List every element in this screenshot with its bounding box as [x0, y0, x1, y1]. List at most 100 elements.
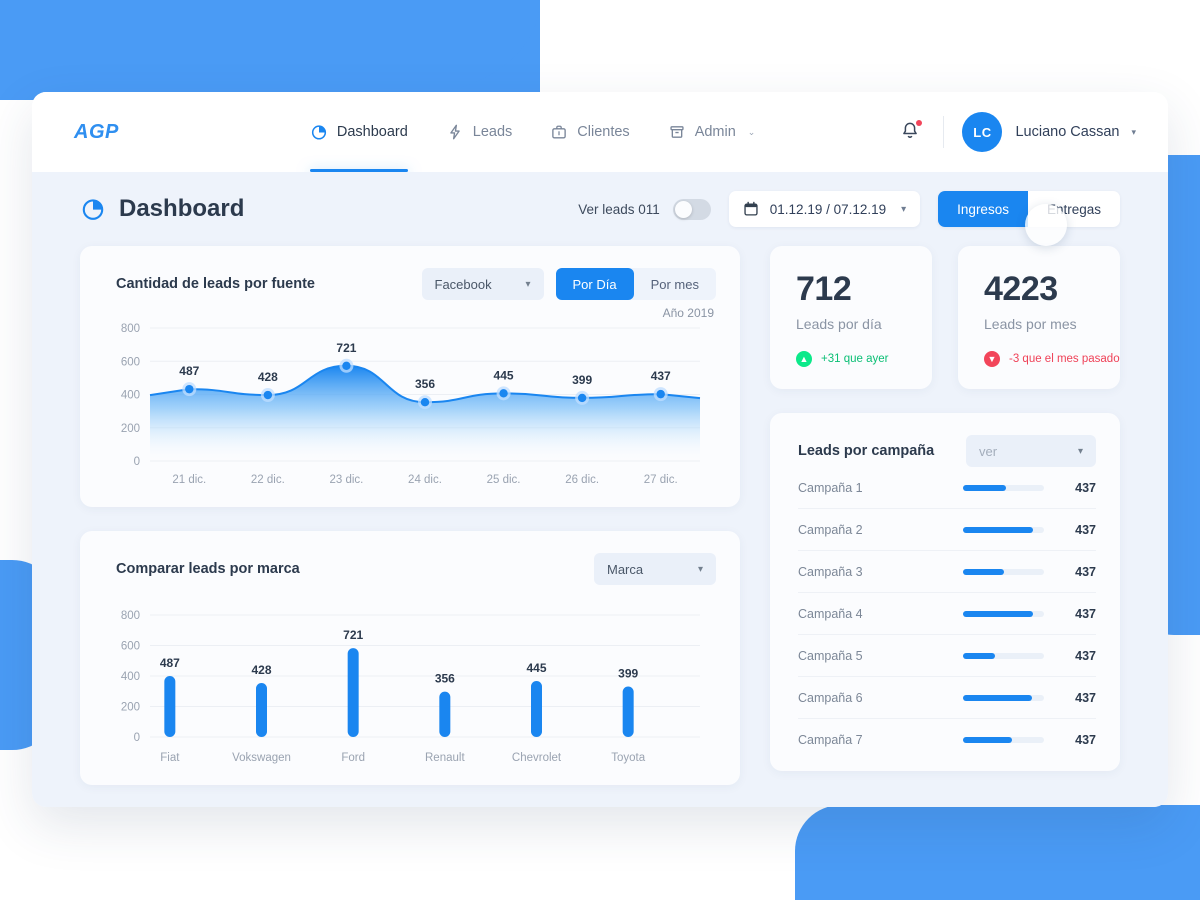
briefcase-icon	[550, 123, 568, 141]
campaign-progress-track	[963, 652, 1044, 659]
svg-text:0: 0	[134, 732, 140, 744]
campaign-row[interactable]: Campaña 1 437	[798, 467, 1096, 509]
nav-item-clientes[interactable]: Clientes	[550, 92, 630, 172]
view-leads-toggle[interactable]	[672, 198, 711, 220]
segment-por-mes[interactable]: Por mes	[634, 268, 716, 300]
campaign-progress-fill	[963, 652, 996, 659]
archive-icon	[668, 123, 686, 141]
svg-text:399: 399	[572, 373, 592, 387]
toggle-knob	[674, 200, 692, 218]
chart-year-note: Año 2019	[662, 306, 714, 320]
svg-text:Ford: Ford	[341, 752, 365, 764]
segment-por-dia[interactable]: Por Día	[555, 268, 634, 300]
leads-by-brand-card: Comparar leads por marca Marca ▾ 0 200 400…	[80, 531, 740, 785]
kpi-delta: ▼ -3 que el mes pasado	[984, 351, 1120, 367]
arrow-down-icon: ▼	[984, 351, 1000, 367]
bar-chart-area: 0 200 400 600 800 487 Fiat 428 Vokswagen 721 Ford 3…	[80, 585, 740, 785]
campaign-progress-track	[963, 737, 1044, 743]
nav-item-dashboard[interactable]: Dashboard	[309, 92, 408, 172]
chevron-down-icon[interactable]: ▾	[1131, 127, 1136, 138]
line-chart-area: Año 2019 0 200 400 600 800 487 21 dic. 428 22 di…	[80, 300, 740, 507]
app-window: AGP Dashboard Leads Clientes Admin ⌄ LC …	[32, 92, 1168, 807]
svg-text:428: 428	[251, 663, 271, 677]
card-title: Leads por campaña	[798, 443, 935, 459]
campaign-value: 437	[1075, 480, 1096, 495]
svg-text:399: 399	[618, 666, 638, 680]
campaign-name: Campaña 1	[798, 480, 863, 495]
bolt-icon	[446, 123, 464, 141]
date-range-picker[interactable]: 01.12.19 / 07.12.19 ▾	[728, 191, 921, 227]
campaign-row[interactable]: Campaña 6 437	[798, 677, 1096, 719]
svg-text:22 dic.: 22 dic.	[251, 474, 285, 486]
arrow-up-icon: ▲	[796, 351, 812, 367]
svg-text:400: 400	[121, 390, 140, 402]
campaign-progress-track	[963, 694, 1044, 701]
page-header: Dashboard Ver leads 011 01.12.19 / 07.12…	[62, 172, 1138, 246]
campaign-name: Campaña 2	[798, 522, 863, 537]
svg-text:200: 200	[121, 702, 140, 714]
svg-text:487: 487	[179, 364, 199, 378]
left-column: Cantidad de leads por fuente Facebook ▾ …	[80, 246, 740, 785]
chevron-down-icon: ▾	[1077, 445, 1083, 457]
nav-items: Dashboard Leads Clientes Admin ⌄	[309, 92, 756, 172]
svg-text:25 dic.: 25 dic.	[487, 474, 521, 486]
campaign-name: Campaña 4	[798, 606, 863, 621]
svg-text:23 dic.: 23 dic.	[329, 474, 363, 486]
nav-item-admin[interactable]: Admin ⌄	[668, 92, 756, 172]
campaign-row[interactable]: Campaña 7 437	[798, 719, 1096, 761]
svg-text:487: 487	[160, 656, 180, 670]
segment-entregas[interactable]: Entregas	[1028, 191, 1120, 227]
nav-item-label: Leads	[472, 124, 513, 140]
kpi-label: Leads por mes	[984, 316, 1077, 332]
campaign-progress-fill	[963, 610, 1034, 617]
period-segmented-control: Por Día Por mes	[555, 268, 716, 300]
svg-text:600: 600	[121, 641, 140, 653]
svg-text:356: 356	[435, 672, 455, 686]
campaign-row[interactable]: Campaña 5 437	[798, 635, 1096, 677]
kpi-label: Leads por día	[796, 316, 882, 332]
right-column: 712 Leads por día ▲ +31 que ayer 4223 Le…	[770, 246, 1120, 785]
svg-text:24 dic.: 24 dic.	[408, 474, 442, 486]
svg-text:200: 200	[121, 423, 140, 435]
source-select[interactable]: Facebook ▾	[421, 268, 544, 300]
svg-text:428: 428	[258, 370, 278, 384]
campaign-progress-fill	[963, 484, 1006, 491]
kpi-row: 712 Leads por día ▲ +31 que ayer 4223 Le…	[770, 246, 1120, 389]
segment-ingresos[interactable]: Ingresos	[938, 191, 1028, 227]
app-logo[interactable]: AGP	[74, 121, 119, 144]
leads-by-source-chart: 0 200 400 600 800 487 21 dic. 428 22 dic. 721 23 d…	[121, 323, 701, 486]
page-title-text: Dashboard	[119, 195, 245, 222]
kpi-delta-text: -3 que el mes pasado	[1009, 353, 1120, 365]
campaign-name: Campaña 6	[798, 690, 863, 705]
user-name[interactable]: Luciano Cassan	[1015, 124, 1119, 140]
nav-item-leads[interactable]: Leads	[446, 92, 513, 172]
campaign-value: 437	[1075, 733, 1096, 747]
campaign-progress-track	[963, 568, 1044, 575]
nav-item-label: Dashboard	[336, 124, 408, 140]
brand-select-value: Marca	[607, 561, 644, 577]
campaign-progress-track	[963, 484, 1044, 491]
avatar[interactable]: LC	[962, 112, 1003, 152]
campaign-progress-fill	[963, 526, 1033, 533]
pie-chart-icon	[80, 196, 106, 222]
campaign-row[interactable]: Campaña 4 437	[798, 593, 1096, 635]
notifications-button[interactable]	[899, 120, 923, 144]
campaign-select-value: ver	[979, 443, 998, 459]
svg-text:437: 437	[651, 369, 671, 383]
campaign-progress-track	[963, 610, 1044, 617]
nav-right-cluster: LC Luciano Cassan ▾	[899, 112, 1136, 152]
card-controls: Marca ▾	[594, 553, 716, 585]
svg-text:Chevrolet: Chevrolet	[512, 752, 562, 764]
campaign-view-select[interactable]: ver ▾	[966, 435, 1096, 467]
view-leads-toggle-group: Ver leads 011	[578, 198, 711, 220]
campaign-value: 437	[1075, 606, 1096, 621]
svg-text:800: 800	[121, 323, 140, 335]
campaign-row[interactable]: Campaña 3 437	[798, 551, 1096, 593]
brand-select[interactable]: Marca ▾	[594, 553, 716, 585]
svg-text:800: 800	[121, 610, 140, 622]
revenue-delivery-segmented-control: Ingresos Entregas	[938, 191, 1120, 227]
campaign-row[interactable]: Campaña 2 437	[798, 509, 1096, 551]
campaign-name: Campaña 3	[798, 564, 863, 579]
svg-text:Fiat: Fiat	[160, 752, 180, 764]
chevron-down-icon: ⌄	[747, 126, 756, 137]
